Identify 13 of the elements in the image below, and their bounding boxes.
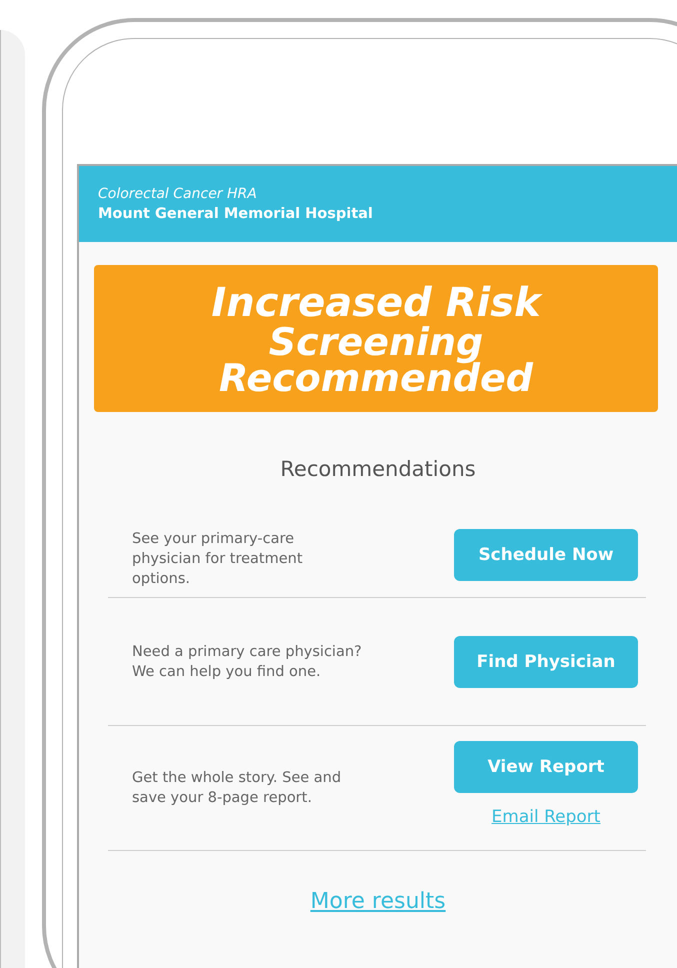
- more-results-link[interactable]: More results: [310, 889, 446, 914]
- action-button[interactable]: Schedule Now: [454, 529, 638, 581]
- recommendation-text: See your primary-care physician for treatment options.: [132, 530, 303, 589]
- banner-title: Increased Risk: [211, 282, 541, 324]
- banner-subtitle: Screening Recommended: [219, 324, 533, 396]
- action-button[interactable]: View Report: [454, 741, 638, 793]
- section-title: Recommendations: [280, 457, 476, 481]
- recommendation-text: Get the whole story. See and save your 8-page report.: [132, 769, 342, 808]
- action-button[interactable]: Find Physician: [454, 636, 638, 688]
- email-link[interactable]: Email Report: [492, 807, 600, 827]
- header-title: Mount General Memorial Hospital: [98, 205, 373, 224]
- header-subtitle: Colorectal Cancer HRA: [98, 185, 257, 204]
- recommendation-text: Need a primary care physician? We can help you find one.: [132, 642, 362, 682]
